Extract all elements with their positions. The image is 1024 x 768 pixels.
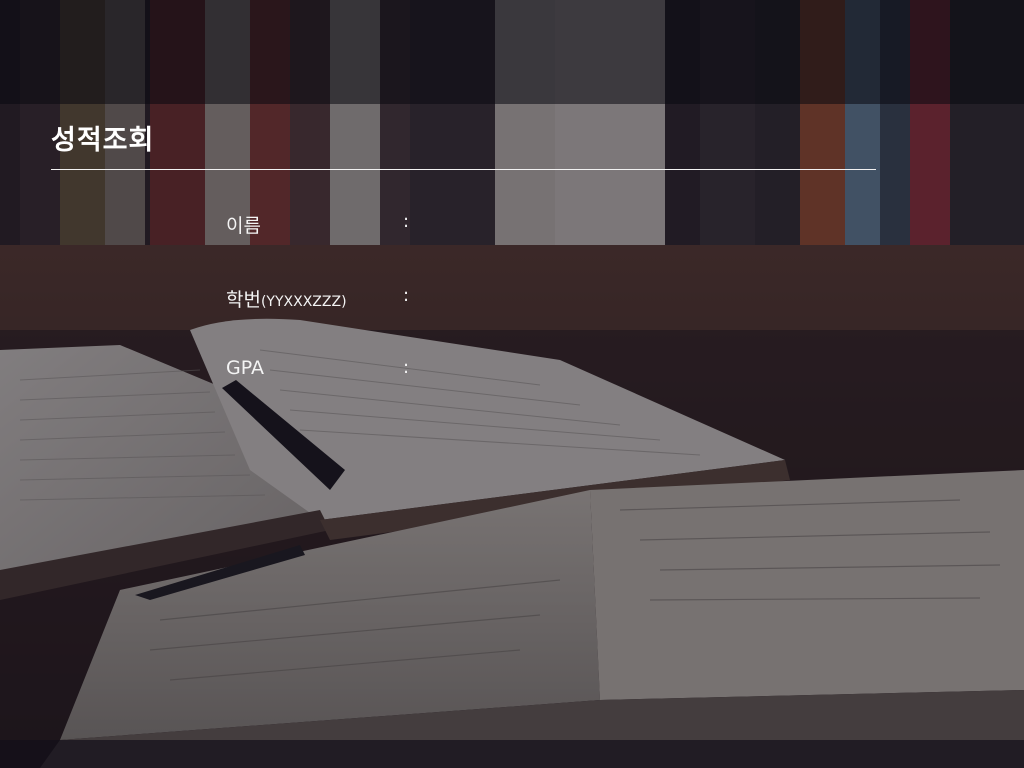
title-divider bbox=[51, 169, 876, 170]
field-label-student-id: 학번(YYXXXZZZ) bbox=[226, 289, 347, 311]
field-label-gpa: GPA bbox=[226, 357, 264, 379]
field-colon: : bbox=[403, 357, 410, 378]
field-colon: : bbox=[403, 285, 410, 306]
field-label-name: 이름 bbox=[226, 215, 261, 237]
field-colon: : bbox=[403, 211, 410, 232]
top-band bbox=[0, 0, 1024, 104]
field-row-name: 이름 : bbox=[226, 211, 426, 241]
page-title: 성적조회 bbox=[51, 125, 155, 156]
field-row-gpa: GPA : bbox=[226, 357, 426, 387]
grade-inquiry-page: 성적조회 이름 : 학번(YYXXXZZZ) : GPA : bbox=[0, 0, 1024, 768]
background-dim-overlay bbox=[0, 0, 1024, 768]
field-row-student-id: 학번(YYXXXZZZ) : bbox=[226, 285, 426, 315]
